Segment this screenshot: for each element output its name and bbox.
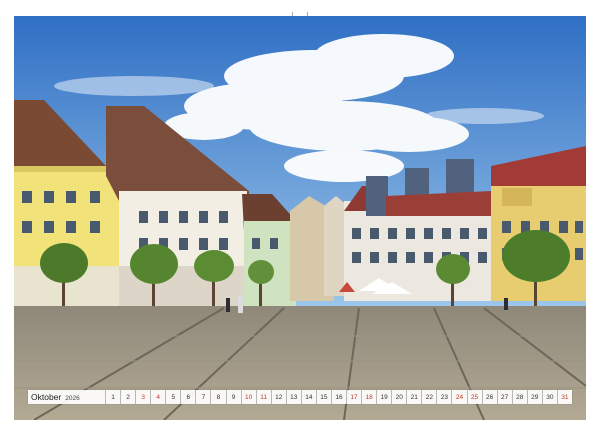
day-cell: 9 (225, 390, 241, 404)
day-cell: 2 (120, 390, 135, 404)
day-cell: 20 (391, 390, 406, 404)
day-cell: 5 (165, 390, 180, 404)
day-cell: 6 (180, 390, 195, 404)
market-square-photo (14, 16, 586, 420)
day-cell: 23 (436, 390, 451, 404)
day-cell: 24 (451, 390, 466, 404)
day-cell: 10 (240, 390, 256, 404)
day-cell: 19 (376, 390, 391, 404)
day-cell: 11 (255, 390, 271, 404)
day-cell: 4 (150, 390, 165, 404)
day-cell: 18 (361, 390, 376, 404)
day-cell: 12 (270, 390, 286, 404)
day-cell: 22 (421, 390, 436, 404)
day-cell: 16 (330, 390, 346, 404)
day-cell: 31 (556, 390, 572, 404)
day-cell: 8 (210, 390, 225, 404)
day-cell: 14 (300, 390, 316, 404)
day-cells: 1 2 3 4 5 6 7 8 9 10 11 12 13 14 15 16 17 18 19 20 21 22 23 24 2… (105, 390, 572, 404)
day-cell: 27 (496, 390, 512, 404)
day-cell: 1 (105, 390, 120, 404)
day-cell: 21 (406, 390, 421, 404)
day-cell: 30 (541, 390, 557, 404)
day-cell: 13 (285, 390, 301, 404)
year: 2026 (65, 395, 80, 402)
month-label: Oktober 2026 (28, 392, 105, 402)
buildings-middle (290, 196, 348, 301)
day-cell: 3 (135, 390, 150, 404)
day-cell: 17 (346, 390, 361, 404)
calendar-page: Oktober 2026 1 2 3 4 5 6 7 8 9 10 11 12 13 14 15 16 17 18… (0, 0, 600, 432)
calendar-photo (14, 16, 586, 420)
month-calendar-strip: Oktober 2026 1 2 3 4 5 6 7 8 9 10 11 12 13 14 15 16 17 18… (28, 390, 572, 404)
day-cell: 28 (511, 390, 527, 404)
day-cell: 29 (526, 390, 542, 404)
day-cell: 15 (315, 390, 331, 404)
day-cell: 25 (466, 390, 482, 404)
day-cell: 7 (195, 390, 210, 404)
day-cell: 26 (481, 390, 497, 404)
month-name: Oktober (31, 392, 62, 402)
